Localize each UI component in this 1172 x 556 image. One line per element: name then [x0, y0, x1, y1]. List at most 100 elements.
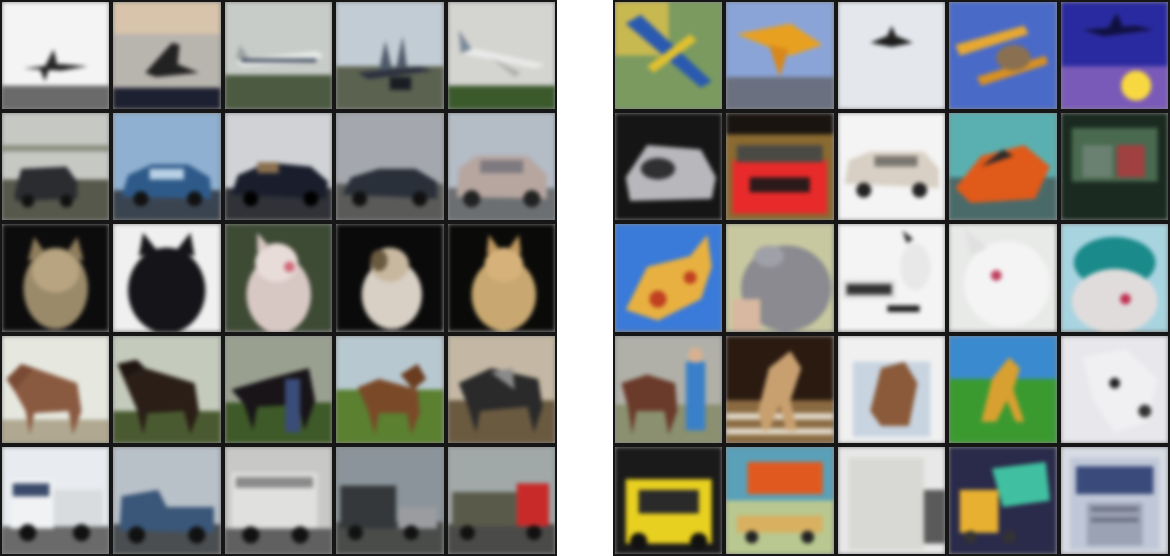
left-truck-image-1	[2, 446, 110, 554]
right-airplane-image-3	[837, 2, 946, 110]
red-cab-dump-truck-image	[447, 446, 555, 554]
blue-truck-front-image	[1060, 446, 1168, 554]
left-airplane-image-1	[2, 2, 110, 110]
right-automobile-image-2	[726, 113, 834, 221]
yellow-cab-vehicle-image	[615, 446, 723, 554]
cat-with-sign-image	[837, 224, 946, 332]
left-automobile-image-2	[113, 113, 221, 221]
green-car-interior-image	[1060, 113, 1168, 221]
right-automobile-image-1	[615, 113, 723, 221]
white-cat-face-image	[949, 224, 1057, 332]
left-horse-image-2	[113, 335, 221, 443]
image-comparison	[0, 0, 1172, 556]
airliner-runway-image	[224, 2, 333, 110]
left-truck-image-5	[447, 446, 555, 554]
left-automobile-image-5	[447, 113, 555, 221]
teal-dump-truck-image	[949, 446, 1057, 554]
white-cat-green-bg-image	[224, 224, 333, 332]
red-car-front-image	[726, 113, 834, 221]
right-truck-image-3	[837, 446, 946, 554]
horse-green-field-image	[336, 335, 444, 443]
right-cat-image-3	[837, 224, 946, 332]
left-truck-image-3	[224, 446, 333, 554]
right-horse-image-5	[1060, 335, 1168, 443]
left-airplane-image-5	[447, 2, 555, 110]
right-airplane-image-5	[1060, 2, 1168, 110]
dark-horse-pasture-image	[447, 335, 555, 443]
white-horse-head-image	[1060, 335, 1168, 443]
horse-with-rider-image	[224, 335, 333, 443]
right-automobile-image-4	[949, 113, 1057, 221]
left-image-grid	[0, 0, 557, 556]
ginger-cat-dark-image	[447, 224, 555, 332]
brown-horse-white-bg-image	[2, 335, 110, 443]
orange-horse-grass-image	[949, 335, 1057, 443]
right-cat-image-4	[949, 224, 1057, 332]
left-cat-image-5	[447, 224, 555, 332]
black-cat-white-bg-image	[113, 224, 221, 332]
black-convertible-image	[224, 113, 333, 221]
grey-truck-road-image	[336, 446, 444, 554]
right-truck-image-5	[1060, 446, 1168, 554]
white-semi-truck-image	[2, 446, 110, 554]
black-jet-white-sky-image	[837, 2, 946, 110]
yellow-plane-blue-sky-image	[726, 2, 834, 110]
horse-head-sketch-image	[837, 335, 946, 443]
airliner-grey-sky-image	[447, 2, 555, 110]
right-cat-image-2	[726, 224, 834, 332]
fighter-jet-runway-image	[336, 2, 444, 110]
left-truck-image-4	[336, 446, 444, 554]
silver-car-dark-image	[615, 113, 723, 221]
blue-toy-plane-image	[615, 2, 723, 110]
left-automobile-image-3	[224, 113, 333, 221]
cat-teal-hat-image	[1060, 224, 1168, 332]
orange-race-car-image	[949, 113, 1057, 221]
right-cat-image-5	[1060, 224, 1168, 332]
horse-and-person-image	[615, 335, 723, 443]
right-truck-image-1	[615, 446, 723, 554]
left-airplane-image-3	[224, 2, 333, 110]
orange-cartoon-cat-image	[615, 224, 723, 332]
rearing-horse-image	[726, 335, 834, 443]
left-automobile-image-4	[336, 113, 444, 221]
right-automobile-image-3	[837, 113, 946, 221]
blue-sedan-image	[113, 113, 221, 221]
blue-pickup-truck-image	[113, 446, 221, 554]
left-airplane-image-2	[113, 2, 221, 110]
left-cat-image-1	[2, 224, 110, 332]
plane-over-sunset-image	[1060, 2, 1168, 110]
yellow-biplane-image	[949, 2, 1057, 110]
dark-sedan-image	[336, 113, 444, 221]
right-image-grid	[613, 0, 1170, 556]
left-horse-image-3	[224, 335, 333, 443]
right-horse-image-3	[837, 335, 946, 443]
white-box-truck-image	[224, 446, 333, 554]
dark-hatchback-image	[2, 113, 110, 221]
white-station-wagon-image	[837, 113, 946, 221]
right-horse-image-1	[615, 335, 723, 443]
left-airplane-image-4	[336, 2, 444, 110]
right-airplane-image-4	[949, 2, 1057, 110]
airplane-on-white-sky-image	[2, 2, 110, 110]
right-cat-image-1	[615, 224, 723, 332]
left-cat-image-2	[113, 224, 221, 332]
right-horse-image-2	[726, 335, 834, 443]
left-horse-image-1	[2, 335, 110, 443]
right-horse-image-4	[949, 335, 1057, 443]
tabby-cat-dark-image	[2, 224, 110, 332]
orange-toy-truck-image	[726, 446, 834, 554]
right-truck-image-4	[949, 446, 1057, 554]
left-horse-image-4	[336, 335, 444, 443]
silver-suv-image	[447, 113, 555, 221]
calico-cat-dark-image	[336, 224, 444, 332]
left-horse-image-5	[447, 335, 555, 443]
jet-silhouette-dusk-image	[113, 2, 221, 110]
left-automobile-image-1	[2, 113, 110, 221]
right-truck-image-2	[726, 446, 834, 554]
right-airplane-image-2	[726, 2, 834, 110]
white-cargo-truck-image	[837, 446, 946, 554]
grey-cat-closeup-image	[726, 224, 834, 332]
right-airplane-image-1	[615, 2, 723, 110]
right-automobile-image-5	[1060, 113, 1168, 221]
left-cat-image-4	[336, 224, 444, 332]
